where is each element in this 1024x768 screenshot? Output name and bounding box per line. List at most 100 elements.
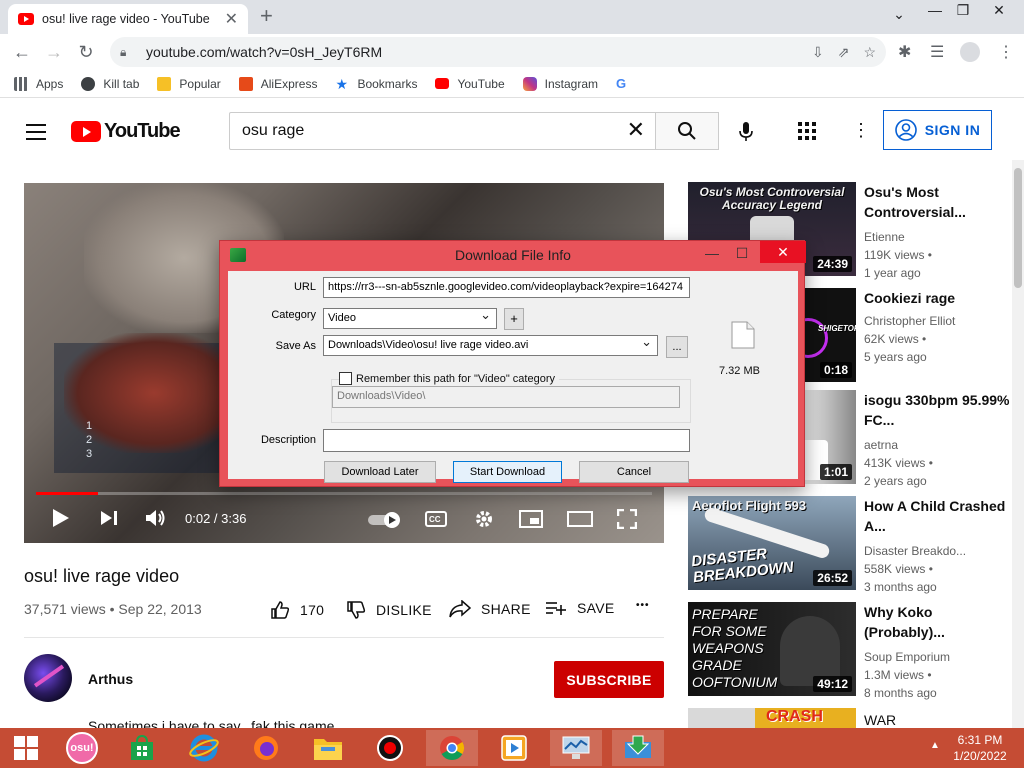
globe-icon	[81, 76, 96, 91]
dialog-close-icon[interactable]: ✕	[760, 241, 806, 263]
volume-icon[interactable]	[145, 508, 167, 528]
channel-avatar[interactable]	[24, 654, 72, 702]
install-icon[interactable]: ⇩	[812, 44, 824, 61]
bookmark-instagram[interactable]: Instagram	[522, 76, 598, 91]
extensions-icon[interactable]: ✱	[898, 42, 911, 62]
captions-icon[interactable]: CC	[425, 511, 447, 527]
recommendation-thumbnail: PREPARE FOR SOME WEAPONS GRADE OOFTONIUM…	[688, 602, 856, 696]
play-icon[interactable]	[52, 508, 70, 528]
recommendation-meta: Christopher Elliot 62K views • 5 years a…	[864, 314, 956, 364]
address-bar[interactable]: 🔒︎ youtube.com/watch?v=0sH_JeyT6RM ⇩ ⇗ ☆	[110, 37, 886, 67]
taskbar-clock[interactable]: 6:31 PM 1/20/2022	[948, 732, 1012, 764]
profile-icon[interactable]	[960, 42, 980, 62]
bookmark-bookmarks[interactable]: ★ Bookmarks	[335, 77, 417, 91]
browser-tab[interactable]: osu! live rage video - YouTube ✕	[8, 4, 248, 34]
subscribe-button[interactable]: SUBSCRIBE	[554, 661, 664, 698]
monitor-taskbar-icon[interactable]	[550, 730, 602, 766]
search-button[interactable]	[655, 112, 719, 150]
save-button[interactable]: SAVE	[545, 600, 615, 616]
theater-mode-icon[interactable]	[567, 511, 593, 527]
channel-name[interactable]: Arthus	[88, 671, 133, 687]
remember-path-checkbox[interactable]: Remember this path for "Video" category	[339, 372, 559, 385]
recommendation-item[interactable]: Aeroflot Flight 593 DISASTER BREAKDOWN 2…	[688, 496, 1018, 594]
sign-in-button[interactable]: SIGN IN	[883, 110, 992, 150]
google-icon: G	[616, 75, 627, 91]
youtube-favicon-icon	[18, 13, 34, 25]
restore-window-icon[interactable]: ❐	[946, 2, 980, 19]
remember-path-field: Downloads\Video\	[332, 386, 680, 408]
firefox-taskbar-icon[interactable]	[240, 730, 292, 766]
back-icon[interactable]: ←	[10, 40, 34, 64]
description-field[interactable]	[323, 429, 690, 452]
osu-taskbar-icon[interactable]: osu!	[56, 730, 108, 766]
new-tab-icon[interactable]: +	[260, 5, 273, 27]
search-icon	[678, 122, 696, 140]
dialog-body: URL https://rr3---sn-ab5sznle.googlevide…	[228, 271, 798, 483]
chrome-menu-icon[interactable]: ⋮	[998, 42, 1014, 62]
scrollbar-thumb[interactable]	[1014, 168, 1022, 288]
settings-more-icon[interactable]: ⋮	[852, 120, 870, 141]
bookmark-star-icon[interactable]: ☆	[863, 44, 876, 61]
browse-button[interactable]: ...	[666, 336, 688, 358]
share-page-icon[interactable]: ⇗	[838, 44, 850, 61]
bookmark-kill-tab[interactable]: Kill tab	[81, 76, 139, 91]
download-later-button[interactable]: Download Later	[324, 461, 436, 483]
settings-gear-icon[interactable]	[474, 509, 494, 529]
store-taskbar-icon[interactable]	[116, 730, 168, 766]
idm-taskbar-icon[interactable]	[612, 730, 664, 766]
recommendation-item[interactable]: PREPARE FOR SOME WEAPONS GRADE OOFTONIUM…	[688, 602, 1018, 700]
taskbar: osu! ▲ 6:31 PM 1/20/2022	[0, 728, 1024, 768]
close-window-icon[interactable]: ✕	[982, 2, 1016, 19]
browser-toolbar: ← → ↻ 🔒︎ youtube.com/watch?v=0sH_JeyT6RM…	[0, 34, 1024, 70]
internet-explorer-taskbar-icon[interactable]	[178, 730, 230, 766]
dialog-maximize-icon[interactable]: ☐	[724, 243, 760, 263]
add-category-button[interactable]: +	[504, 308, 524, 330]
youtube-logo[interactable]: YouTube	[71, 120, 181, 143]
like-button[interactable]: 170	[270, 600, 324, 620]
next-icon[interactable]	[100, 508, 118, 528]
apps-icon[interactable]	[798, 122, 816, 140]
youtube-header: YouTube osu rage ✕ ⋮ SIGN IN	[0, 98, 1024, 162]
start-button[interactable]	[0, 730, 52, 766]
url-field[interactable]: https://rr3---sn-ab5sznle.googlevideo.co…	[323, 277, 690, 298]
recommendation-item[interactable]: CRASH WAR	[688, 708, 1018, 728]
progress-fill	[36, 492, 98, 495]
tray-expand-icon[interactable]: ▲	[930, 740, 940, 751]
cancel-button[interactable]: Cancel	[579, 461, 689, 483]
bookmark-youtube[interactable]: YouTube	[435, 77, 505, 91]
share-button[interactable]: SHARE	[449, 600, 531, 618]
windows-logo-icon	[14, 736, 38, 760]
bookmark-popular[interactable]: Popular	[157, 76, 221, 91]
reload-icon[interactable]: ↻	[74, 40, 98, 64]
search-input[interactable]: osu rage ✕	[229, 112, 656, 150]
playlist-add-icon	[546, 602, 566, 615]
miniplayer-icon[interactable]	[519, 510, 543, 528]
menu-icon[interactable]	[26, 124, 46, 145]
category-select[interactable]: Video	[323, 308, 497, 329]
bookmark-aliexpress[interactable]: AliExpress	[238, 76, 317, 91]
obs-taskbar-icon[interactable]	[364, 730, 416, 766]
page-scrollbar[interactable]	[1012, 160, 1024, 730]
checkbox-box[interactable]	[339, 372, 352, 385]
tab-search-icon[interactable]: ⌄	[882, 6, 916, 23]
media-control-icon[interactable]: ☰	[930, 42, 944, 62]
forward-icon[interactable]: →	[42, 40, 66, 64]
save-as-field[interactable]: Downloads\Video\osu! live rage video.avi	[323, 335, 658, 356]
clear-search-icon[interactable]: ✕	[627, 119, 645, 141]
bookmark-apps[interactable]: Apps	[14, 76, 63, 91]
bookmark-google[interactable]: G	[616, 75, 638, 91]
fullscreen-icon[interactable]	[617, 509, 637, 529]
file-icon	[731, 321, 755, 349]
tab-close-icon[interactable]: ✕	[225, 9, 238, 29]
start-download-button[interactable]: Start Download	[453, 461, 562, 483]
chrome-taskbar-icon[interactable]	[426, 730, 478, 766]
dislike-button[interactable]: DISLIKE	[346, 600, 432, 620]
more-actions-icon[interactable]: •••	[636, 600, 650, 611]
file-explorer-taskbar-icon[interactable]	[302, 730, 354, 766]
video-player-taskbar-icon[interactable]	[488, 730, 540, 766]
autoplay-toggle[interactable]	[368, 511, 404, 529]
video-progress-bar[interactable]	[36, 492, 652, 495]
tab-strip: osu! live rage video - YouTube ✕ + ⌄ — ❐…	[0, 0, 1024, 34]
lock-icon: 🔒︎	[120, 44, 127, 59]
voice-search-icon[interactable]	[738, 122, 754, 142]
